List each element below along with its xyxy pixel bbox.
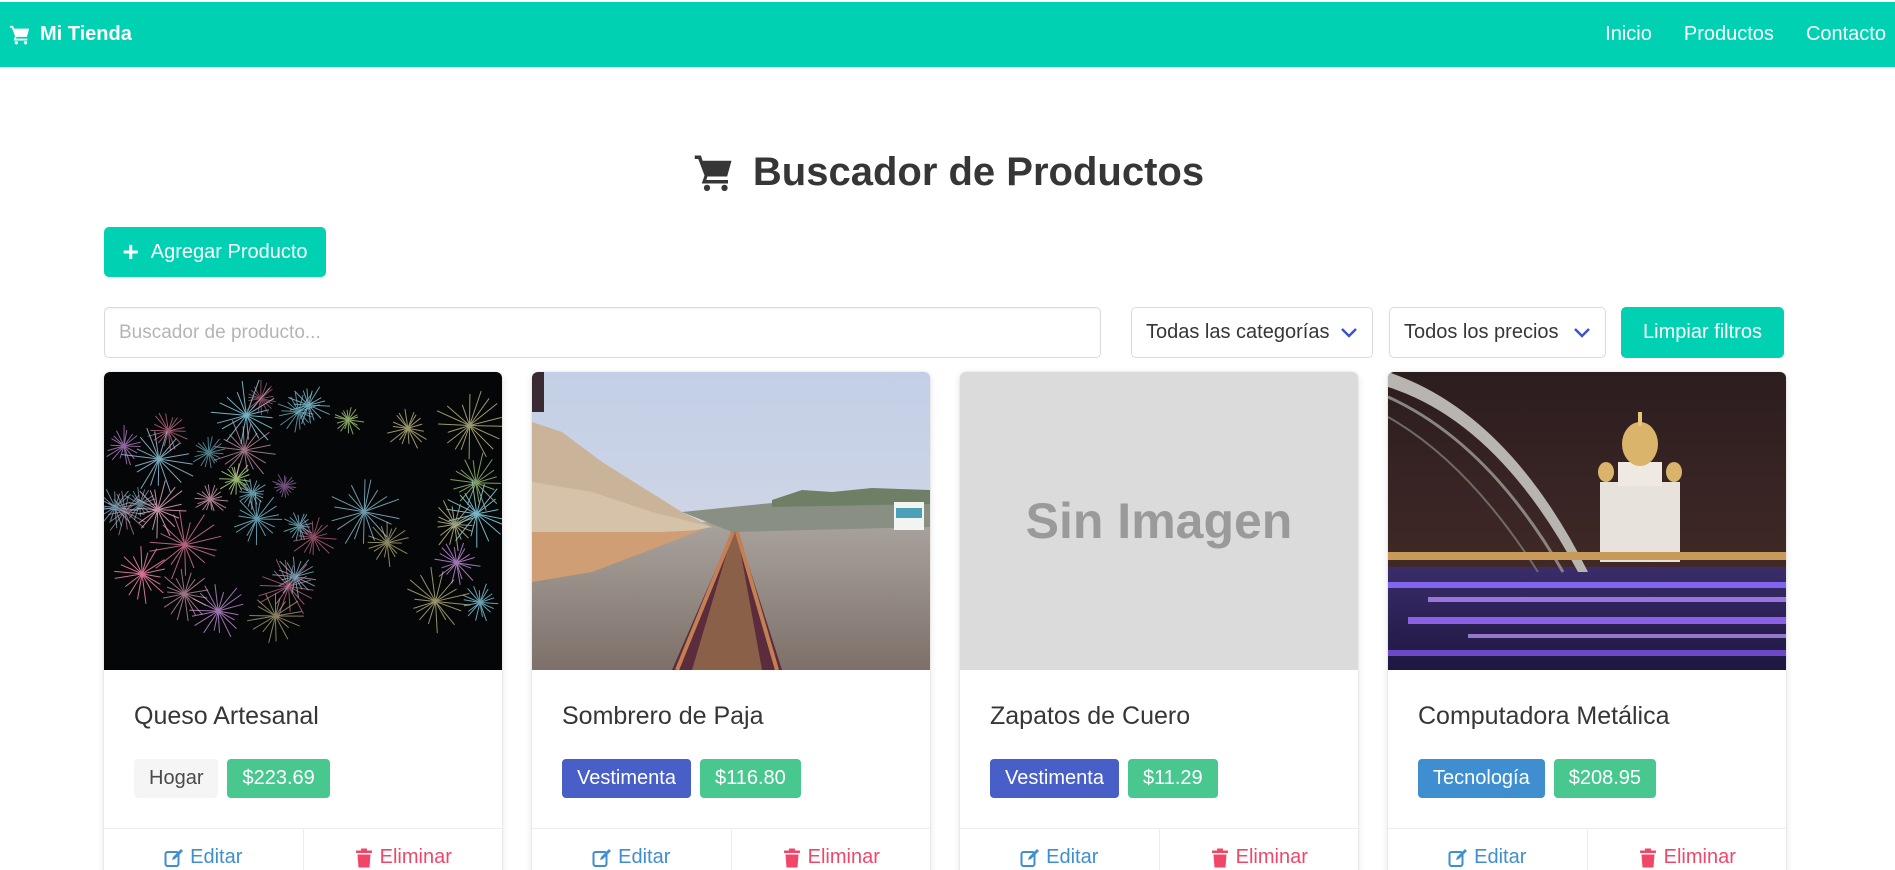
- no-image-placeholder: Sin Imagen: [960, 372, 1358, 670]
- page-title-text: Buscador de Productos: [752, 150, 1205, 194]
- price-tag: $223.69: [227, 759, 330, 798]
- nav-link-productos[interactable]: Productos: [1684, 23, 1774, 46]
- edit-label: Editar: [190, 846, 243, 868]
- plus-icon: +: [122, 236, 139, 267]
- card-footer: Editar Eliminar: [960, 828, 1358, 870]
- search-input[interactable]: [104, 307, 1101, 358]
- price-select-value: Todos los precios: [1404, 321, 1559, 343]
- edit-button[interactable]: Editar: [104, 829, 303, 870]
- delete-button[interactable]: Eliminar: [302, 829, 503, 870]
- product-image: [104, 372, 502, 670]
- page-title: Buscador de Productos: [0, 150, 1895, 195]
- delete-label: Eliminar: [1235, 846, 1308, 868]
- railroad-image: [532, 372, 930, 670]
- category-tag: Vestimenta: [990, 759, 1119, 798]
- edit-icon: [592, 848, 612, 867]
- product-tags: Hogar $223.69: [134, 759, 330, 798]
- trash-icon: [783, 848, 800, 867]
- product-card: Sin Imagen Zapatos de Cuero Vestimenta $…: [960, 372, 1358, 870]
- edit-label: Editar: [618, 846, 671, 868]
- edit-label: Editar: [1046, 846, 1099, 868]
- edit-button[interactable]: Editar: [1388, 829, 1587, 870]
- card-footer: Editar Eliminar: [532, 828, 930, 870]
- category-tag: Vestimenta: [562, 759, 691, 798]
- edit-button[interactable]: Editar: [960, 829, 1159, 870]
- category-select-value: Todas las categorías: [1146, 321, 1330, 343]
- product-tags: Tecnología $208.95: [1418, 759, 1657, 798]
- nav-menu: Inicio Productos Contacto: [1573, 2, 1886, 67]
- navbar: Mi Tienda Inicio Productos Contacto: [0, 2, 1895, 67]
- chevron-down-icon: [1574, 327, 1590, 338]
- trash-icon: [355, 848, 372, 867]
- product-image: [532, 372, 930, 670]
- delete-label: Eliminar: [379, 846, 452, 868]
- price-tag: $11.29: [1127, 759, 1218, 798]
- product-tags: Vestimenta $11.29: [990, 759, 1218, 798]
- brand[interactable]: Mi Tienda: [9, 2, 132, 67]
- edit-button[interactable]: Editar: [532, 829, 731, 870]
- product-card: Computadora Metálica Tecnología $208.95 …: [1388, 372, 1786, 870]
- delete-button[interactable]: Eliminar: [730, 829, 931, 870]
- cart-icon: [694, 155, 732, 191]
- edit-icon: [1448, 848, 1468, 867]
- trash-icon: [1639, 848, 1656, 867]
- product-name: Sombrero de Paja: [562, 702, 764, 730]
- nav-link-inicio[interactable]: Inicio: [1605, 23, 1652, 46]
- card-footer: Editar Eliminar: [104, 828, 502, 870]
- night-bridge-image: [1388, 372, 1786, 670]
- edit-icon: [164, 848, 184, 867]
- product-name: Queso Artesanal: [134, 702, 319, 730]
- nav-link-contacto[interactable]: Contacto: [1806, 23, 1886, 46]
- delete-button[interactable]: Eliminar: [1158, 829, 1359, 870]
- chevron-down-icon: [1341, 327, 1357, 338]
- add-product-label: Agregar Producto: [150, 240, 308, 263]
- clear-filters-button[interactable]: Limpiar filtros: [1621, 307, 1784, 358]
- product-name: Zapatos de Cuero: [990, 702, 1191, 730]
- delete-label: Eliminar: [807, 846, 880, 868]
- edit-icon: [1020, 848, 1040, 867]
- product-card: Queso Artesanal Hogar $223.69 Editar Eli…: [104, 372, 502, 870]
- price-tag: $116.80: [699, 759, 801, 798]
- category-tag: Tecnología: [1418, 759, 1545, 798]
- edit-label: Editar: [1474, 846, 1527, 868]
- category-tag: Hogar: [134, 759, 219, 798]
- product-name: Computadora Metálica: [1418, 702, 1670, 730]
- price-select[interactable]: Todos los precios: [1389, 307, 1606, 358]
- category-select[interactable]: Todas las categorías: [1131, 307, 1373, 358]
- trash-icon: [1211, 848, 1228, 867]
- product-tags: Vestimenta $116.80: [562, 759, 801, 798]
- delete-button[interactable]: Eliminar: [1586, 829, 1787, 870]
- price-tag: $208.95: [1553, 759, 1657, 798]
- product-image: [1388, 372, 1786, 670]
- add-product-button[interactable]: + Agregar Producto: [104, 227, 326, 277]
- cart-icon: [9, 25, 30, 44]
- card-footer: Editar Eliminar: [1388, 828, 1786, 870]
- delete-label: Eliminar: [1663, 846, 1736, 868]
- fireworks-image: [104, 372, 502, 670]
- product-card: Sombrero de Paja Vestimenta $116.80 Edit…: [532, 372, 930, 870]
- brand-name: Mi Tienda: [40, 23, 132, 45]
